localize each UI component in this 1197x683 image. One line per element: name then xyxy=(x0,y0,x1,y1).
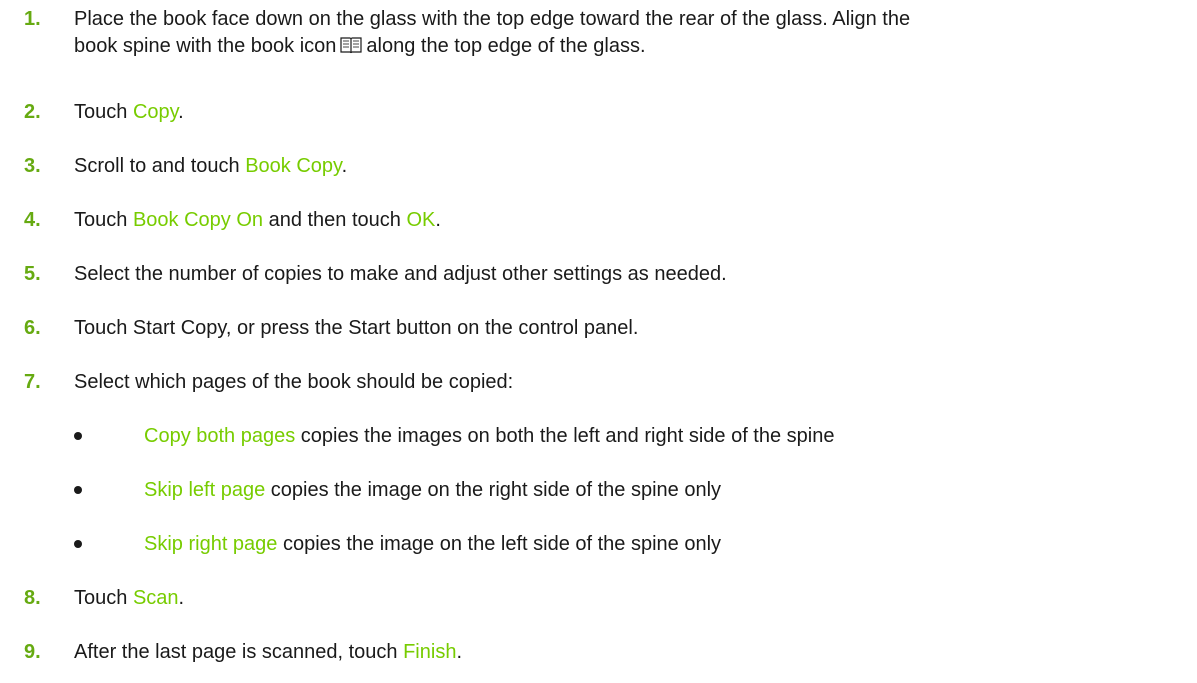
menu-option-scan: Scan xyxy=(132,587,179,609)
bullet-text: Skip left page copies the image on the r… xyxy=(144,477,721,504)
bullet-icon xyxy=(74,486,82,494)
menu-option-finish: Finish xyxy=(403,641,457,663)
step-text: Scroll to and touch Book Copy. xyxy=(74,153,347,180)
bullet-icon xyxy=(74,432,82,440)
step-text: Touch Book Copy On and then touch OK. xyxy=(74,207,441,234)
step-number: 5. xyxy=(24,263,41,285)
bullet-icon xyxy=(74,540,82,548)
step-text-plain: Scroll to and touch xyxy=(74,155,246,177)
step-text-plain: After the last page is scanned, touch xyxy=(74,641,404,663)
step-text: Select the number of copies to make and … xyxy=(74,263,727,285)
step-text: Touch Copy. xyxy=(74,99,184,126)
bullet-text: Skip right page copies the image on the … xyxy=(144,531,721,558)
step-text-plain: and then touch xyxy=(263,209,407,231)
step-number: 6. xyxy=(24,317,41,339)
step-text: After the last page is scanned, touch Fi… xyxy=(74,639,462,666)
bullet-desc: copies the images on both the left and r… xyxy=(295,425,835,447)
step-number: 1. xyxy=(24,8,41,30)
step-text-line: along the top edge of the glass. xyxy=(366,35,646,57)
menu-option-copy-both-pages: Copy both pages xyxy=(144,425,296,447)
menu-option-book-copy: Book Copy xyxy=(245,155,342,177)
step-text-plain: . xyxy=(456,641,463,663)
menu-option-copy: Copy xyxy=(132,101,179,123)
step-number: 7. xyxy=(24,371,41,393)
menu-option-skip-left-page: Skip left page xyxy=(144,479,266,501)
step-text-plain: . xyxy=(178,101,184,123)
book-icon xyxy=(340,35,363,62)
menu-option-skip-right-page: Skip right page xyxy=(144,533,278,555)
step-number: 2. xyxy=(24,101,41,123)
step-number: 3. xyxy=(24,155,41,177)
step-text-plain: . xyxy=(341,155,348,177)
bullet-text: Copy both pages copies the images on bot… xyxy=(144,423,834,450)
step-text-line: book spine with the book icon xyxy=(74,35,337,57)
step-text-plain: . xyxy=(178,587,185,609)
step-text: Touch Scan. xyxy=(74,585,184,612)
menu-option-ok: OK xyxy=(406,209,436,231)
step-text: Place the book face down on the glass wi… xyxy=(74,6,910,62)
step-number: 8. xyxy=(24,587,41,609)
step-text-plain: Touch xyxy=(74,101,133,123)
bullet-desc: copies the image on the right side of th… xyxy=(265,479,722,501)
step-text-plain: Touch xyxy=(74,587,133,609)
step-text: Touch Start Copy, or press the Start but… xyxy=(74,317,639,339)
step-number: 4. xyxy=(24,209,41,231)
step-text: Select which pages of the book should be… xyxy=(74,371,514,393)
step-number: 9. xyxy=(24,641,41,663)
step-text-line: Place the book face down on the glass wi… xyxy=(74,8,911,30)
bullet-desc: copies the image on the left side of the… xyxy=(277,533,722,555)
step-text-plain: . xyxy=(435,209,441,231)
menu-option-book-copy-on: Book Copy On xyxy=(132,209,264,231)
step-text-plain: Touch xyxy=(74,209,133,231)
